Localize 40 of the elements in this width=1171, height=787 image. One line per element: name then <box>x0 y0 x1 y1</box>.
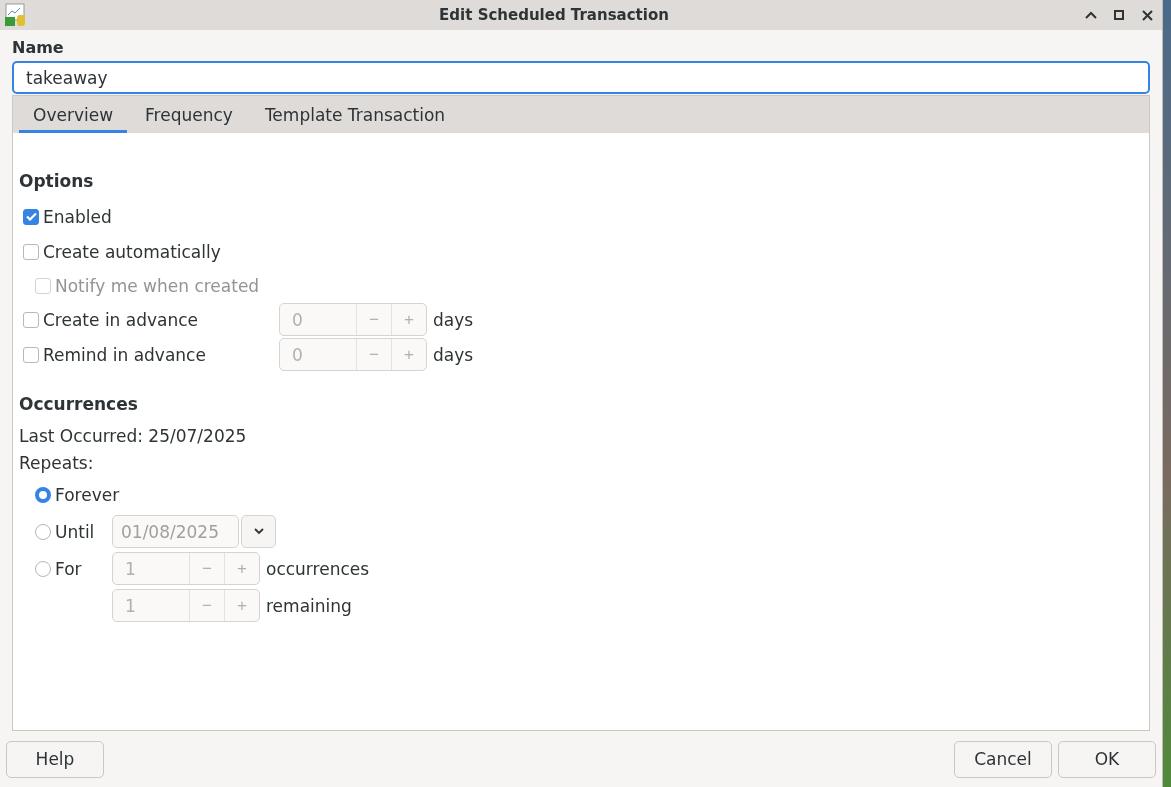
help-button[interactable]: Help <box>6 740 104 778</box>
section-heading: Occurrences <box>19 394 139 414</box>
radio-button[interactable] <box>35 486 51 503</box>
ok-button[interactable]: OK <box>1058 740 1156 778</box>
checkbox[interactable] <box>23 208 39 225</box>
chevron-up-icon <box>1085 11 1097 19</box>
close-icon <box>1141 9 1153 21</box>
spin-value: 1 <box>124 594 137 618</box>
checkbox-label[interactable]: Create automatically <box>43 241 221 262</box>
spin-value: 0 <box>291 343 304 367</box>
unit-label: days <box>433 344 474 365</box>
checkbox-label[interactable]: Create in advance <box>43 309 199 330</box>
app-icon <box>4 3 28 27</box>
square-icon <box>1114 10 1124 20</box>
checkbox[interactable] <box>23 311 39 328</box>
radio-button[interactable] <box>35 523 51 540</box>
window-title: Edit Scheduled Transaction <box>438 6 670 24</box>
checkbox-label[interactable]: Remind in advance <box>43 344 206 365</box>
tab[interactable]: Template Transaction <box>250 96 460 133</box>
radio-button[interactable] <box>35 560 51 577</box>
name-label: Name <box>12 38 65 57</box>
repeats-label: Repeats: <box>19 451 95 475</box>
checkbox-label[interactable]: Enabled <box>43 206 112 227</box>
radio-label[interactable]: For <box>55 558 82 579</box>
radio-label[interactable]: Forever <box>55 484 120 505</box>
unit-label: remaining <box>266 595 352 616</box>
chevron-down-icon <box>253 528 264 535</box>
unit-label: days <box>433 309 474 330</box>
last-occurred-text: Last Occurred: 25/07/2025 <box>19 424 248 448</box>
section-heading: Options <box>19 171 95 191</box>
spin-value: 0 <box>291 308 304 332</box>
checkbox[interactable] <box>23 346 39 363</box>
unit-label: occurrences <box>266 558 370 579</box>
spin-value: 1 <box>124 557 137 581</box>
tab[interactable]: Frequency <box>131 96 247 133</box>
checkbox[interactable] <box>23 243 39 260</box>
name-field[interactable]: takeaway <box>12 61 1150 94</box>
radio-label[interactable]: Until <box>55 521 95 542</box>
cancel-button[interactable]: Cancel <box>954 740 1052 778</box>
date-dropdown-button[interactable] <box>241 515 276 548</box>
